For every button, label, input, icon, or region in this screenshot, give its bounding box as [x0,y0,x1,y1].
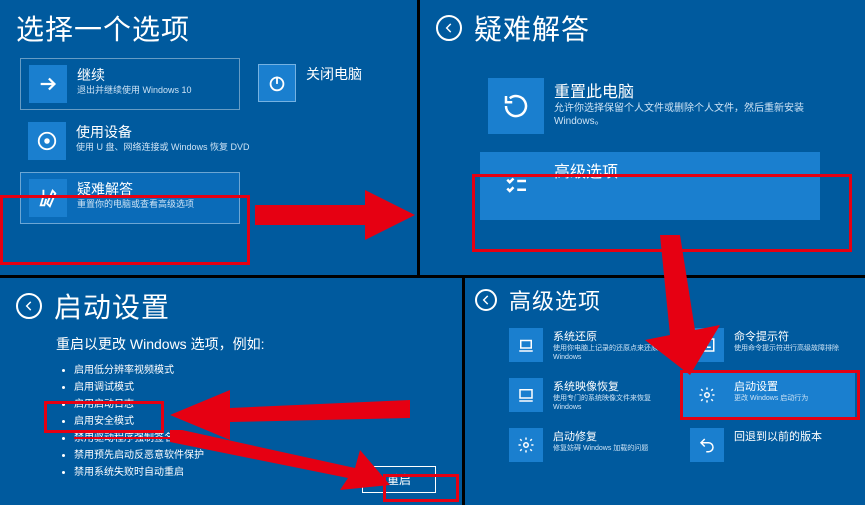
option-desc: 重置你的电脑或查看高级选项 [77,199,194,211]
reset-icon [488,78,544,134]
option-label: 启动修复 [553,428,648,444]
image-recovery-icon [509,378,543,412]
disc-icon [28,122,66,160]
gear-icon [690,378,724,412]
restore-icon [509,328,543,362]
screen-title: 启动设置 [54,286,170,326]
rollback-icon [690,428,724,462]
option-advanced[interactable]: 高级选项 [480,152,820,220]
option-command-prompt[interactable]: 命令提示符使用命令提示符进行高级故障排除 [682,322,855,368]
screen-title: 疑难解答 [474,8,590,48]
option-label: 使用设备 [76,122,250,142]
option-desc: 使用你电脑上记录的还原点来还原 Windows [553,344,666,362]
terminal-icon [690,328,724,362]
panel-advanced-options: 高级选项 系统还原使用你电脑上记录的还原点来还原 Windows 命令提示符使用… [465,278,865,505]
option-shutdown[interactable]: 关闭电脑 [250,58,370,110]
option-desc: 使用 U 盘、网络连接或 Windows 恢复 DVD [76,142,250,154]
option-reset-pc[interactable]: 重置此电脑 允许你选择保留个人文件或删除个人文件，然后重新安装 Windows。 [480,72,835,140]
list-item: 启用低分辨率视频模式 [74,362,438,379]
screen-title: 高级选项 [509,284,601,316]
startup-subhead: 重启以更改 Windows 选项，例如: [56,334,438,354]
panel-choose-option: 选择一个选项 继续 退出并继续使用 Windows 10 关闭电脑 [0,0,417,275]
option-label: 高级选项 [554,158,618,182]
option-desc: 允许你选择保留个人文件或删除个人文件，然后重新安装 Windows。 [554,102,814,128]
panel-startup-settings: 启动设置 重启以更改 Windows 选项，例如: 启用低分辨率视频模式 启用调… [0,278,462,505]
option-desc: 更改 Windows 启动行为 [734,394,808,403]
option-label: 回退到以前的版本 [734,428,822,444]
option-label: 关闭电脑 [306,64,362,84]
startup-option-list: 启用低分辨率视频模式 启用调试模式 启用启动日志 启用安全模式 禁用驱动程序强制… [56,362,438,481]
list-item: 禁用预先启动反恶意软件保护 [74,447,438,464]
screen-title: 选择一个选项 [16,8,190,48]
option-use-device[interactable]: 使用设备 使用 U 盘、网络连接或 Windows 恢复 DVD [20,116,397,166]
option-troubleshoot[interactable]: 疑难解答 重置你的电脑或查看高级选项 [20,172,240,224]
list-item: 启用启动日志 [74,396,438,413]
back-button[interactable] [16,293,42,319]
option-label: 命令提示符 [734,328,839,344]
list-item: 启用安全模式 [74,413,438,430]
option-system-image[interactable]: 系统映像恢复使用专门的系统映像文件来恢复 Windows [501,372,674,418]
option-label: 疑难解答 [77,179,194,199]
option-desc: 修复妨碍 Windows 加载的问题 [553,444,648,453]
tools-icon [29,179,67,217]
option-desc: 使用命令提示符进行高级故障排除 [734,344,839,353]
list-icon [488,158,544,214]
list-item: 启用调试模式 [74,379,438,396]
option-desc: 使用专门的系统映像文件来恢复 Windows [553,394,666,412]
panel-troubleshoot: 疑难解答 重置此电脑 允许你选择保留个人文件或删除个人文件，然后重新安装 Win… [420,0,865,275]
option-label: 重置此电脑 [554,78,814,102]
option-startup-repair[interactable]: 启动修复修复妨碍 Windows 加载的问题 [501,422,674,468]
option-rollback[interactable]: 回退到以前的版本 [682,422,855,468]
list-item: 禁用驱动程序强制签名 [74,430,438,447]
back-button[interactable] [475,289,497,311]
option-startup-settings[interactable]: 启动设置更改 Windows 启动行为 [682,372,855,418]
option-system-restore[interactable]: 系统还原使用你电脑上记录的还原点来还原 Windows [501,322,674,368]
gear-icon [509,428,543,462]
back-button[interactable] [436,15,462,41]
option-desc: 退出并继续使用 Windows 10 [77,85,192,97]
option-label: 系统映像恢复 [553,378,666,394]
option-label: 系统还原 [553,328,666,344]
power-icon [258,64,296,102]
restart-button[interactable]: 重启 [362,466,436,493]
option-label: 启动设置 [734,378,808,394]
option-continue[interactable]: 继续 退出并继续使用 Windows 10 [20,58,240,110]
arrow-right-icon [29,65,67,103]
option-label: 继续 [77,65,192,85]
